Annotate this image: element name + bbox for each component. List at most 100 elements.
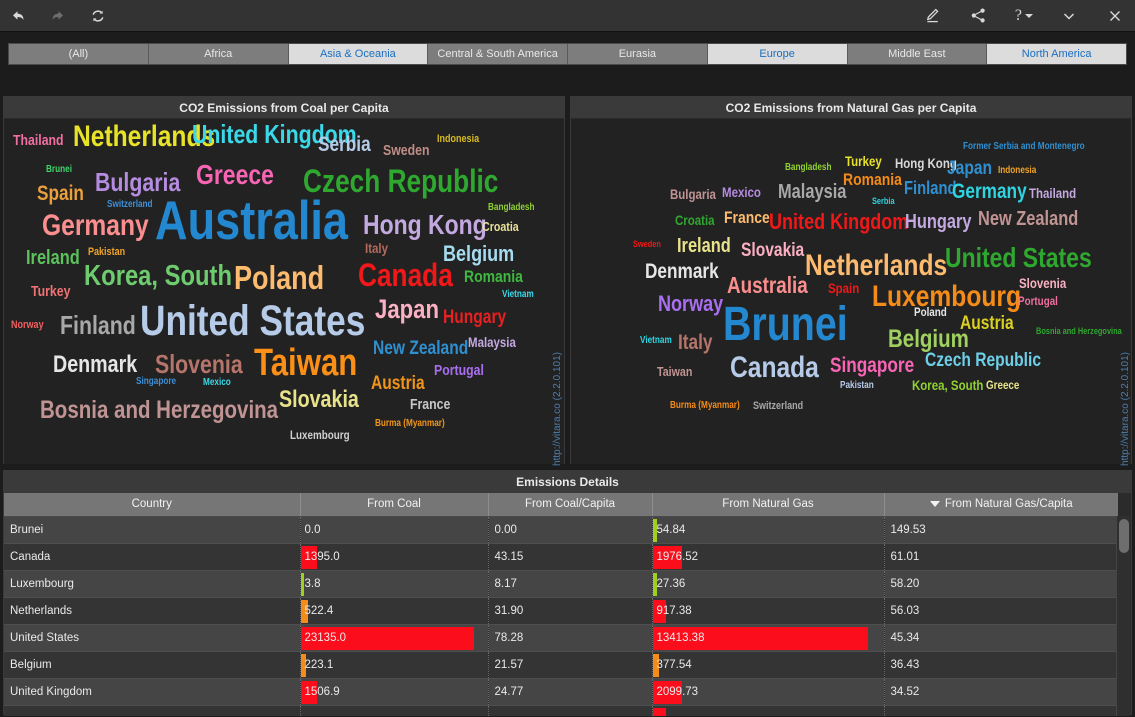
region-tab-north-america[interactable]: North America <box>987 44 1126 64</box>
gas-wordcloud-area[interactable]: Former Serbia and MontenegroTurkeyHong K… <box>571 119 1131 464</box>
wordcloud-word[interactable]: Slovakia <box>279 388 359 412</box>
wordcloud-word[interactable]: Australia <box>155 193 348 248</box>
wordcloud-word[interactable]: Czech Republic <box>925 351 1041 370</box>
wordcloud-word[interactable]: Malaysia <box>778 182 846 202</box>
wordcloud-word[interactable]: Slovakia <box>741 241 804 260</box>
wordcloud-word[interactable]: Malaysia <box>468 335 516 349</box>
wordcloud-word[interactable]: Denmark <box>53 353 137 377</box>
wordcloud-word[interactable]: United States <box>140 300 365 343</box>
wordcloud-word[interactable]: Brunei <box>46 165 72 175</box>
wordcloud-word[interactable]: Croatia <box>482 220 519 233</box>
wordcloud-word[interactable]: Germany <box>42 211 149 241</box>
wordcloud-word[interactable]: Finland <box>60 312 136 338</box>
wordcloud-word[interactable]: Slovenia <box>1019 276 1066 290</box>
wordcloud-word[interactable]: Burma (Myanmar) <box>670 401 740 411</box>
wordcloud-word[interactable]: Mexico <box>203 378 231 388</box>
wordcloud-word[interactable]: Vietnam <box>502 290 534 300</box>
table-vertical-scrollbar[interactable] <box>1116 516 1130 716</box>
region-tab-africa[interactable]: Africa <box>149 44 289 64</box>
table-row[interactable]: Netherlands522.431.90917.3856.03 <box>4 597 1118 624</box>
column-header-from-natural-gas-capita[interactable]: From Natural Gas/Capita <box>884 493 1118 516</box>
wordcloud-word[interactable]: Spain <box>37 183 84 204</box>
wordcloud-word[interactable]: Ireland <box>677 236 731 256</box>
table-row[interactable] <box>4 705 1118 716</box>
wordcloud-word[interactable]: Switzerland <box>753 401 803 412</box>
wordcloud-word[interactable]: Indonesia <box>998 166 1036 176</box>
wordcloud-word[interactable]: Vietnam <box>640 336 672 346</box>
wordcloud-word[interactable]: United Kingdom <box>769 211 908 233</box>
wordcloud-word[interactable]: Bangladesh <box>785 163 831 173</box>
wordcloud-word[interactable]: Singapore <box>830 355 914 376</box>
wordcloud-word[interactable]: Spain <box>828 281 859 295</box>
wordcloud-word[interactable]: Hong Kong <box>363 211 487 239</box>
region-tab-asia-oceania[interactable]: Asia & Oceania <box>289 44 429 64</box>
refresh-icon[interactable] <box>88 6 108 26</box>
wordcloud-word[interactable]: Former Serbia and Montenegro <box>963 142 1085 152</box>
table-row[interactable]: Luxembourg3.88.1727.3658.20 <box>4 570 1118 597</box>
column-header-country[interactable]: Country <box>4 493 300 516</box>
wordcloud-word[interactable]: Sweden <box>633 240 661 249</box>
wordcloud-word[interactable]: Bosnia and Herzegovina <box>1036 327 1122 336</box>
wordcloud-word[interactable]: Turkey <box>845 154 882 168</box>
table-row[interactable]: United Kingdom1506.924.772099.7334.52 <box>4 678 1118 705</box>
wordcloud-word[interactable]: Greece <box>986 379 1019 391</box>
wordcloud-word[interactable]: Serbia <box>872 197 895 206</box>
coal-wordcloud-area[interactable]: ThailandNetherlandsUnited KingdomSerbiaS… <box>4 119 564 464</box>
column-header-from-coal[interactable]: From Coal <box>300 493 488 516</box>
column-header-from-natural-gas[interactable]: From Natural Gas <box>652 493 884 516</box>
table-row[interactable]: Brunei0.00.0054.84149.53 <box>4 516 1118 543</box>
region-tab-central-south-america[interactable]: Central & South America <box>428 44 568 64</box>
wordcloud-word[interactable]: Hungary <box>905 212 972 232</box>
wordcloud-word[interactable]: France <box>724 209 770 226</box>
wordcloud-word[interactable]: Australia <box>727 274 808 297</box>
table-row[interactable]: Canada1395.043.151976.5261.01 <box>4 543 1118 570</box>
wordcloud-word[interactable]: Serbia <box>318 134 371 155</box>
region-tab-middle-east[interactable]: Middle East <box>848 44 988 64</box>
wordcloud-word[interactable]: Japan <box>375 296 439 323</box>
wordcloud-word[interactable]: Korea, South <box>912 378 983 392</box>
wordcloud-word[interactable]: Japan <box>947 159 992 178</box>
wordcloud-word[interactable]: Poland <box>914 306 947 318</box>
wordcloud-word[interactable]: Hungary <box>443 308 506 327</box>
wordcloud-word[interactable]: Taiwan <box>254 344 357 382</box>
table-scrollbar-thumb[interactable] <box>1119 519 1129 553</box>
wordcloud-word[interactable]: Portugal <box>434 363 484 378</box>
wordcloud-word[interactable]: Germany <box>952 181 1027 202</box>
wordcloud-word[interactable]: Netherlands <box>805 251 947 281</box>
wordcloud-word[interactable]: Sweden <box>383 143 429 158</box>
wordcloud-word[interactable]: Korea, South <box>84 262 232 291</box>
wordcloud-word[interactable]: Indonesia <box>437 134 479 145</box>
wordcloud-word[interactable]: Norway <box>11 320 44 331</box>
wordcloud-word[interactable]: Pakistan <box>88 247 125 258</box>
wordcloud-word[interactable]: Belgium <box>443 243 514 265</box>
wordcloud-word[interactable]: Portugal <box>1018 295 1058 307</box>
region-tab-all[interactable]: (All) <box>9 44 149 64</box>
wordcloud-word[interactable]: Romania <box>464 268 523 285</box>
wordcloud-word[interactable]: Taiwan <box>657 365 692 378</box>
wordcloud-word[interactable]: Bulgaria <box>670 187 716 201</box>
close-icon[interactable] <box>1105 6 1125 26</box>
wordcloud-word[interactable]: Croatia <box>675 213 715 227</box>
wordcloud-word[interactable]: Italy <box>678 332 712 353</box>
wordcloud-word[interactable]: Canada <box>730 353 819 383</box>
wordcloud-word[interactable]: New Zealand <box>978 209 1078 229</box>
region-tab-eurasia[interactable]: Eurasia <box>568 44 708 64</box>
wordcloud-word[interactable]: Romania <box>843 171 902 188</box>
wordcloud-word[interactable]: Finland <box>904 179 956 197</box>
wordcloud-word[interactable]: Norway <box>658 293 723 315</box>
wordcloud-word[interactable]: United States <box>945 244 1092 272</box>
wordcloud-word[interactable]: Greece <box>196 161 274 189</box>
help-icon[interactable]: ? <box>1015 8 1033 24</box>
share-icon[interactable] <box>969 6 989 26</box>
wordcloud-word[interactable]: Belgium <box>888 327 969 352</box>
column-header-from-coal-capita[interactable]: From Coal/Capita <box>488 493 652 516</box>
wordcloud-word[interactable]: Italy <box>365 241 388 255</box>
table-row[interactable]: United States23135.078.2813413.3845.34 <box>4 624 1118 651</box>
wordcloud-word[interactable]: Canada <box>358 259 453 291</box>
wordcloud-word[interactable]: Pakistan <box>840 381 874 391</box>
wordcloud-word[interactable]: Singapore <box>136 377 176 387</box>
wordcloud-word[interactable]: Ireland <box>26 248 80 268</box>
edit-pencil-icon[interactable] <box>923 6 943 26</box>
wordcloud-word[interactable]: Bosnia and Herzegovina <box>40 398 278 423</box>
wordcloud-word[interactable]: Thailand <box>13 133 64 148</box>
